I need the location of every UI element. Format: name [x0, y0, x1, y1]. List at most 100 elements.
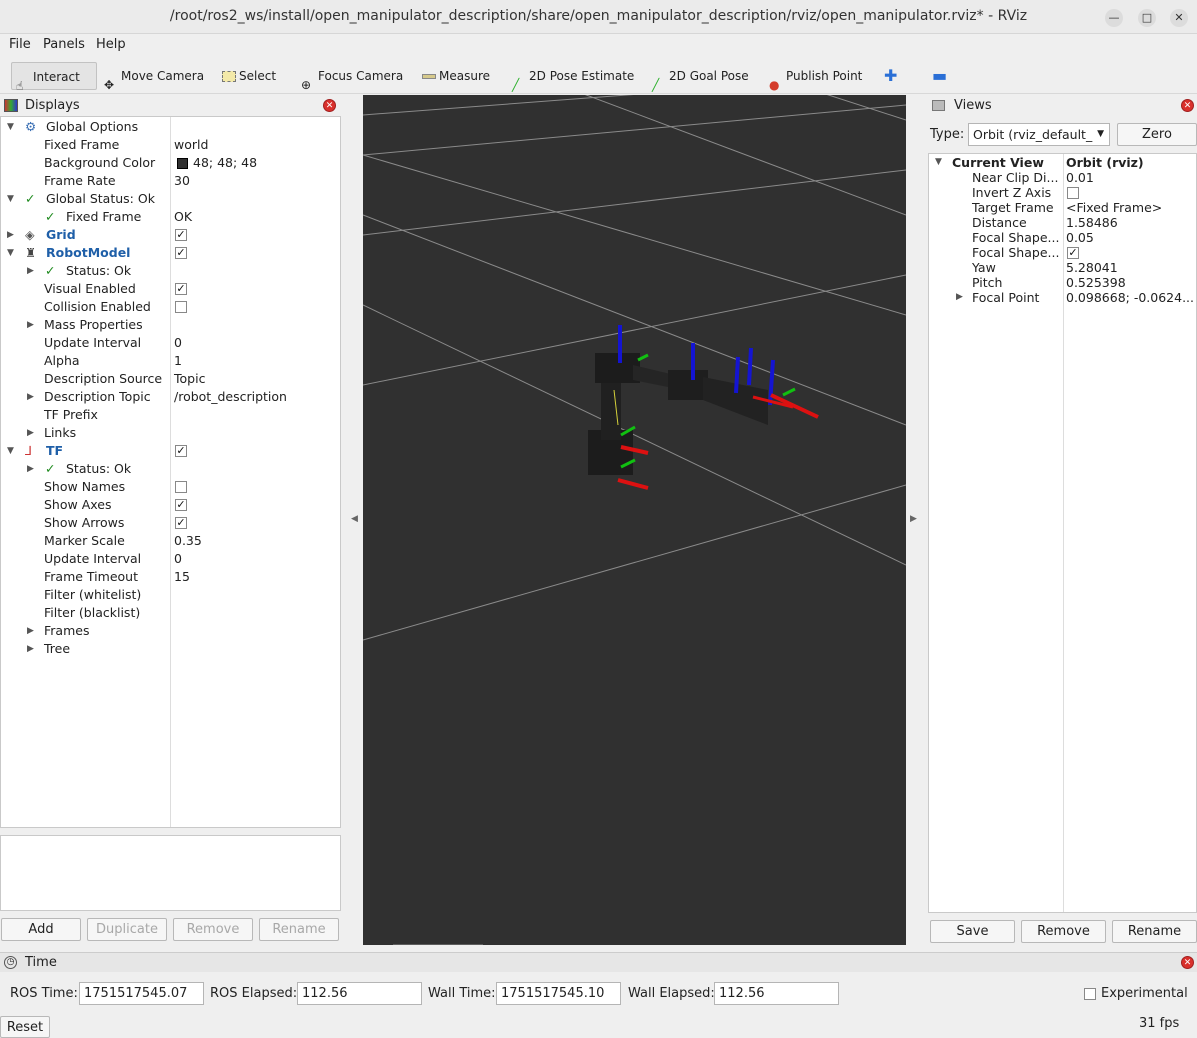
frame-rate-row[interactable]: Frame Rate 30: [1, 172, 340, 190]
wall-elapsed-field[interactable]: 112.56: [714, 982, 839, 1005]
save-view-button[interactable]: Save: [930, 920, 1015, 943]
expand-right-icon[interactable]: ▶: [27, 388, 34, 406]
expand-right-icon[interactable]: ▶: [27, 622, 34, 640]
invert-z-checkbox[interactable]: [1067, 187, 1079, 199]
target-frame-row[interactable]: Target Frame <Fixed Frame>: [929, 200, 1196, 215]
visual-enabled-row[interactable]: Visual Enabled ✓: [1, 280, 340, 298]
close-icon[interactable]: ✕: [1181, 956, 1194, 969]
view-type-select[interactable]: Orbit (rviz_default_ ▼: [968, 123, 1110, 146]
expand-right-icon[interactable]: ▶: [27, 262, 34, 280]
rename-view-button[interactable]: Rename: [1112, 920, 1197, 943]
expand-down-icon[interactable]: ▼: [935, 155, 942, 170]
robotmodel-enable-checkbox[interactable]: ✓: [175, 247, 187, 259]
show-arrows-checkbox[interactable]: ✓: [175, 517, 187, 529]
pitch-row[interactable]: Pitch 0.525398: [929, 275, 1196, 290]
robotmodel-display-row[interactable]: ▼ ♜ RobotModel ✓: [1, 244, 340, 262]
minimize-icon[interactable]: —: [1105, 9, 1123, 27]
focal-point-row[interactable]: ▶ Focal Point 0.098668; -0.0624...: [929, 290, 1196, 305]
3d-scene[interactable]: [363, 95, 906, 945]
remove-display-button[interactable]: Remove: [173, 918, 253, 941]
expand-right-icon[interactable]: ▶: [27, 316, 34, 334]
close-icon[interactable]: ✕: [1181, 99, 1194, 112]
invert-z-row[interactable]: Invert Z Axis: [929, 185, 1196, 200]
filter-whitelist-row[interactable]: Filter (whitelist): [1, 586, 340, 604]
expand-right-icon[interactable]: ▶: [27, 460, 34, 478]
grid-display-row[interactable]: ▶ ◈ Grid ✓: [1, 226, 340, 244]
select-tool[interactable]: Select: [218, 62, 276, 90]
remove-view-button[interactable]: Remove: [1021, 920, 1106, 943]
tree-row[interactable]: ▶ Tree: [1, 640, 340, 658]
expand-down-icon[interactable]: ▼: [7, 190, 14, 208]
measure-tool[interactable]: Measure: [418, 62, 490, 90]
rename-display-button[interactable]: Rename: [259, 918, 339, 941]
status-fixed-frame-row[interactable]: ✓ Fixed Frame OK: [1, 208, 340, 226]
near-clip-row[interactable]: Near Clip Di... 0.01: [929, 170, 1196, 185]
expand-right-icon[interactable]: ▶: [956, 290, 963, 305]
focal-shape-fixed-checkbox[interactable]: ✓: [1067, 247, 1079, 259]
collision-enabled-row[interactable]: Collision Enabled: [1, 298, 340, 316]
maximize-icon[interactable]: □: [1138, 9, 1156, 27]
fixed-frame-row[interactable]: Fixed Frame world: [1, 136, 340, 154]
duplicate-display-button[interactable]: Duplicate: [87, 918, 167, 941]
show-arrows-row[interactable]: Show Arrows ✓: [1, 514, 340, 532]
move-camera-tool[interactable]: ✥Move Camera: [100, 62, 204, 92]
marker-scale-row[interactable]: Marker Scale 0.35: [1, 532, 340, 550]
menu-file[interactable]: File: [9, 37, 31, 52]
show-axes-checkbox[interactable]: ✓: [175, 499, 187, 511]
grid-enable-checkbox[interactable]: ✓: [175, 229, 187, 241]
global-options-row[interactable]: ▼ ⚙ Global Options: [1, 118, 340, 136]
render-viewport[interactable]: [363, 95, 906, 945]
show-axes-row[interactable]: Show Axes ✓: [1, 496, 340, 514]
tf-display-row[interactable]: ▼ ⅃ TF ✓: [1, 442, 340, 460]
menu-panels[interactable]: Panels: [43, 37, 85, 52]
interact-tool[interactable]: ☝Interact: [11, 62, 97, 93]
reset-button[interactable]: Reset: [0, 1016, 50, 1038]
collapse-right-icon[interactable]: ▶: [910, 514, 917, 524]
zero-button[interactable]: Zero: [1117, 123, 1197, 146]
focus-camera-tool[interactable]: ⊕Focus Camera: [297, 62, 403, 92]
expand-right-icon[interactable]: ▶: [27, 424, 34, 442]
expand-down-icon[interactable]: ▼: [7, 244, 14, 262]
frame-timeout-row[interactable]: Frame Timeout 15: [1, 568, 340, 586]
tf-update-interval-row[interactable]: Update Interval 0: [1, 550, 340, 568]
collision-enabled-checkbox[interactable]: [175, 301, 187, 313]
filter-blacklist-row[interactable]: Filter (blacklist): [1, 604, 340, 622]
remove-tool-icon[interactable]: ▬: [928, 62, 947, 90]
expand-right-icon[interactable]: ▶: [7, 226, 14, 244]
add-display-button[interactable]: Add: [1, 918, 81, 941]
menu-help[interactable]: Help: [96, 37, 126, 52]
ros-elapsed-field[interactable]: 112.56: [297, 982, 422, 1005]
expand-right-icon[interactable]: ▶: [27, 640, 34, 658]
ros-time-field[interactable]: 1751517545.07: [79, 982, 204, 1005]
focal-shape-fixed-row[interactable]: Focal Shape... ✓: [929, 245, 1196, 260]
show-names-row[interactable]: Show Names: [1, 478, 340, 496]
tf-status-row[interactable]: ▶ ✓ Status: Ok: [1, 460, 340, 478]
tf-prefix-row[interactable]: TF Prefix: [1, 406, 340, 424]
update-interval-row[interactable]: Update Interval 0: [1, 334, 340, 352]
yaw-row[interactable]: Yaw 5.28041: [929, 260, 1196, 275]
experimental-checkbox[interactable]: [1084, 988, 1096, 1000]
robotmodel-status-row[interactable]: ▶ ✓ Status: Ok: [1, 262, 340, 280]
tf-enable-checkbox[interactable]: ✓: [175, 445, 187, 457]
mass-properties-row[interactable]: ▶ Mass Properties: [1, 316, 340, 334]
distance-row[interactable]: Distance 1.58486: [929, 215, 1196, 230]
focal-shape-size-row[interactable]: Focal Shape... 0.05: [929, 230, 1196, 245]
description-source-row[interactable]: Description Source Topic: [1, 370, 340, 388]
expand-down-icon[interactable]: ▼: [7, 442, 14, 460]
background-color-row[interactable]: Background Color 48; 48; 48: [1, 154, 340, 172]
show-names-checkbox[interactable]: [175, 481, 187, 493]
current-view-row[interactable]: ▼ Current View Orbit (rviz): [929, 155, 1196, 170]
frames-row[interactable]: ▶ Frames: [1, 622, 340, 640]
description-topic-row[interactable]: ▶ Description Topic /robot_description: [1, 388, 340, 406]
alpha-row[interactable]: Alpha 1: [1, 352, 340, 370]
goal-pose-tool[interactable]: ╱2D Goal Pose: [648, 62, 749, 92]
publish-point-tool[interactable]: ●Publish Point: [765, 62, 862, 92]
add-tool-icon[interactable]: ✚: [880, 62, 897, 90]
expand-down-icon[interactable]: ▼: [7, 118, 14, 136]
global-status-row[interactable]: ▼ ✓ Global Status: Ok: [1, 190, 340, 208]
close-icon[interactable]: ✕: [323, 99, 336, 112]
links-row[interactable]: ▶ Links: [1, 424, 340, 442]
collapse-left-icon[interactable]: ◀: [351, 514, 358, 524]
wall-time-field[interactable]: 1751517545.10: [496, 982, 621, 1005]
visual-enabled-checkbox[interactable]: ✓: [175, 283, 187, 295]
